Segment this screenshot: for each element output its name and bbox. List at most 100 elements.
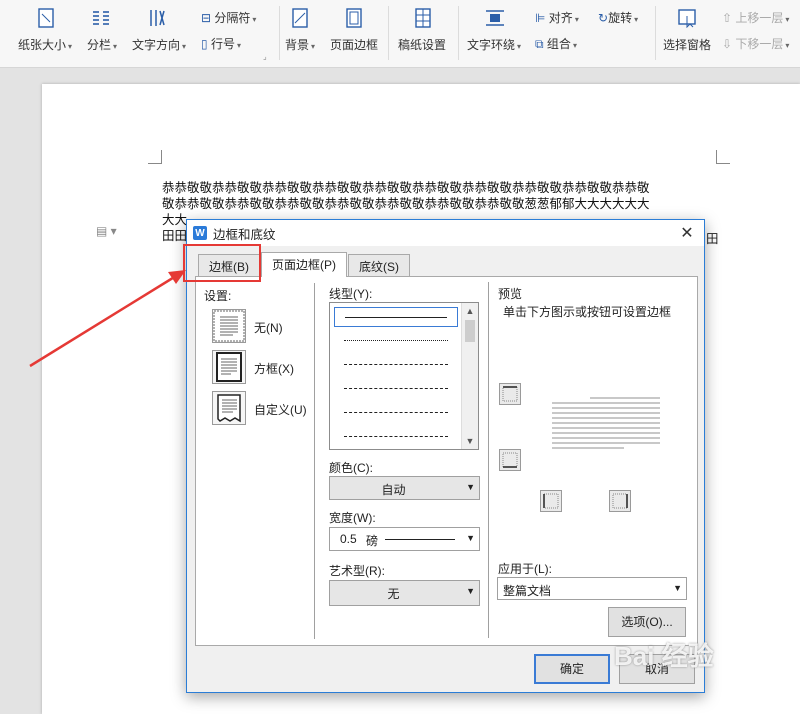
dialog-titlebar[interactable]: W 边框和底纹 ✕	[187, 220, 704, 246]
group-icon: ⧉	[535, 37, 544, 51]
crop-mark	[716, 150, 717, 164]
right-border-icon	[612, 493, 628, 509]
crop-mark	[148, 163, 162, 164]
page-border-button[interactable]: 页面边框	[330, 36, 378, 53]
setting-custom-button[interactable]	[212, 391, 246, 425]
left-border-icon	[543, 493, 559, 509]
separator-label: 分隔符	[214, 11, 251, 25]
text-direction-icon	[148, 8, 168, 28]
apply-to-select[interactable]: 整篇文档 ▼	[497, 577, 687, 600]
bottom-border-button[interactable]	[499, 449, 521, 471]
tab-shading[interactable]: 底纹(S)	[348, 254, 410, 276]
page-setup-launcher-icon[interactable]: ⌟	[263, 52, 267, 61]
line-number-label: 行号	[210, 37, 235, 51]
setting-custom-icon	[217, 394, 241, 423]
setting-box-icon	[216, 352, 242, 382]
chevron-down-icon: ▼	[466, 586, 475, 596]
close-icon[interactable]: ✕	[678, 223, 696, 243]
ok-button[interactable]: 确定	[534, 654, 610, 684]
setting-none-label[interactable]: 无(N)	[254, 319, 283, 336]
text-wrap-label: 文字环绕	[467, 38, 516, 52]
chevron-down-icon: ▼	[466, 482, 475, 492]
width-unit: 磅	[366, 534, 379, 548]
width-select[interactable]: 0.5 磅 ▼	[329, 527, 480, 551]
align-button[interactable]: ⊫ 对齐 ▾	[535, 9, 579, 26]
line-style-dense-dash[interactable]	[334, 355, 458, 375]
rotate-label: 旋转	[608, 11, 633, 25]
manuscript-icon	[413, 8, 433, 28]
line-style-dash-dot-dot[interactable]	[334, 427, 458, 447]
text-direction-button[interactable]: 文字方向 ▾	[132, 36, 186, 53]
line-style-solid[interactable]	[334, 307, 458, 327]
document-line: 恭恭敬敬恭恭敬敬恭恭敬敬恭恭敬敬恭恭敬敬恭恭敬敬恭恭敬敬恭恭敬敬恭恭敬敬恭恭敬	[162, 180, 650, 195]
art-value: 无	[387, 587, 400, 601]
paper-size-label: 纸张大小	[18, 38, 67, 52]
scroll-up-icon[interactable]: ▲	[462, 303, 478, 319]
send-backward-button[interactable]: ⇩ 下移一层 ▾	[722, 35, 789, 52]
setting-box-button[interactable]	[212, 350, 246, 384]
manuscript-button[interactable]: 稿纸设置	[398, 36, 446, 53]
dialog-title: 边框和底纹	[213, 227, 276, 242]
crop-mark	[161, 150, 162, 164]
width-line-preview	[385, 539, 455, 540]
line-style-scrollbar[interactable]: ▲ ▼	[461, 303, 478, 449]
color-value: 自动	[381, 483, 406, 497]
scroll-down-icon[interactable]: ▼	[462, 433, 478, 449]
selection-pane-icon	[677, 8, 697, 29]
page-border-icon	[344, 8, 364, 28]
chevron-down-icon: ▼	[673, 583, 682, 593]
rotate-button[interactable]: ↻旋转 ▾	[598, 9, 638, 26]
preview-hint: 单击下方图示或按钮可设置边框	[503, 305, 672, 319]
bring-forward-label: 上移一层	[735, 11, 784, 25]
color-label: 颜色(C):	[329, 461, 373, 475]
setting-custom-label[interactable]: 自定义(U)	[254, 401, 307, 418]
bring-forward-button[interactable]: ⇧ 上移一层 ▾	[722, 9, 789, 26]
paragraph-icon[interactable]: ▤ ▾	[96, 224, 117, 238]
wps-logo-icon: W	[193, 226, 207, 240]
setting-box-label[interactable]: 方框(X)	[254, 360, 294, 377]
text-wrap-button[interactable]: 文字环绕 ▾	[467, 36, 521, 53]
manuscript-label: 稿纸设置	[398, 38, 447, 52]
document-line: 敬恭恭敬敬恭恭敬敬恭恭敬敬恭恭敬敬恭恭敬敬恭恭敬敬恭恭敬敬葱葱郁郁大大大大大大	[162, 196, 650, 211]
left-border-button[interactable]	[540, 490, 562, 512]
scroll-thumb[interactable]	[465, 320, 475, 342]
separator-button[interactable]: ⊟ 分隔符 ▾	[201, 9, 256, 26]
group-button[interactable]: ⧉ 组合 ▾	[535, 35, 577, 52]
separator-icon: ⊟	[201, 11, 212, 25]
preview-label: 预览	[498, 287, 523, 301]
art-select[interactable]: 无 ▼	[329, 580, 480, 606]
top-border-button[interactable]	[499, 383, 521, 405]
options-button[interactable]: 选项(O)...	[608, 607, 686, 637]
page-border-label: 页面边框	[330, 38, 379, 52]
art-label: 艺术型(R):	[329, 564, 385, 578]
background-icon	[290, 8, 310, 28]
columns-button[interactable]: 分栏 ▾	[87, 36, 117, 53]
selection-pane-button[interactable]: 选择窗格	[663, 36, 711, 53]
line-style-list[interactable]: ▲ ▼	[329, 302, 479, 450]
bring-forward-icon: ⇧	[722, 11, 733, 25]
document-line-fragment: 田	[706, 231, 719, 246]
apply-to-value: 整篇文档	[503, 584, 552, 598]
line-number-icon: ▯	[201, 37, 208, 51]
watermark: Bai 经验	[614, 641, 714, 671]
column-divider	[314, 283, 315, 639]
setting-none-button[interactable]	[212, 309, 246, 343]
send-backward-label: 下移一层	[735, 37, 784, 51]
columns-label: 分栏	[87, 38, 112, 52]
setting-none-icon	[213, 310, 245, 342]
background-button[interactable]: 背景 ▾	[285, 36, 315, 53]
tab-page-border[interactable]: 页面边框(P)	[261, 252, 347, 277]
chevron-down-icon: ▼	[466, 533, 475, 543]
right-border-button[interactable]	[609, 490, 631, 512]
color-select[interactable]: 自动 ▼	[329, 476, 480, 500]
line-number-button[interactable]: ▯ 行号 ▾	[201, 35, 241, 52]
line-style-dash[interactable]	[334, 379, 458, 399]
preview-page	[552, 397, 660, 449]
send-backward-icon: ⇩	[722, 37, 733, 51]
background-label: 背景	[285, 38, 310, 52]
line-style-dash-dot[interactable]	[334, 403, 458, 423]
paper-size-button[interactable]: 纸张大小 ▾	[18, 36, 72, 53]
align-label: 对齐	[548, 11, 573, 25]
line-style-dotted[interactable]	[334, 331, 458, 351]
ribbon-toolbar: 纸张大小 ▾ 分栏 ▾ 文字方向 ▾ ⊟ 分隔符 ▾ ▯ 行号 ▾ ⌟ 背景 ▾ 页面边框 …	[0, 0, 800, 68]
